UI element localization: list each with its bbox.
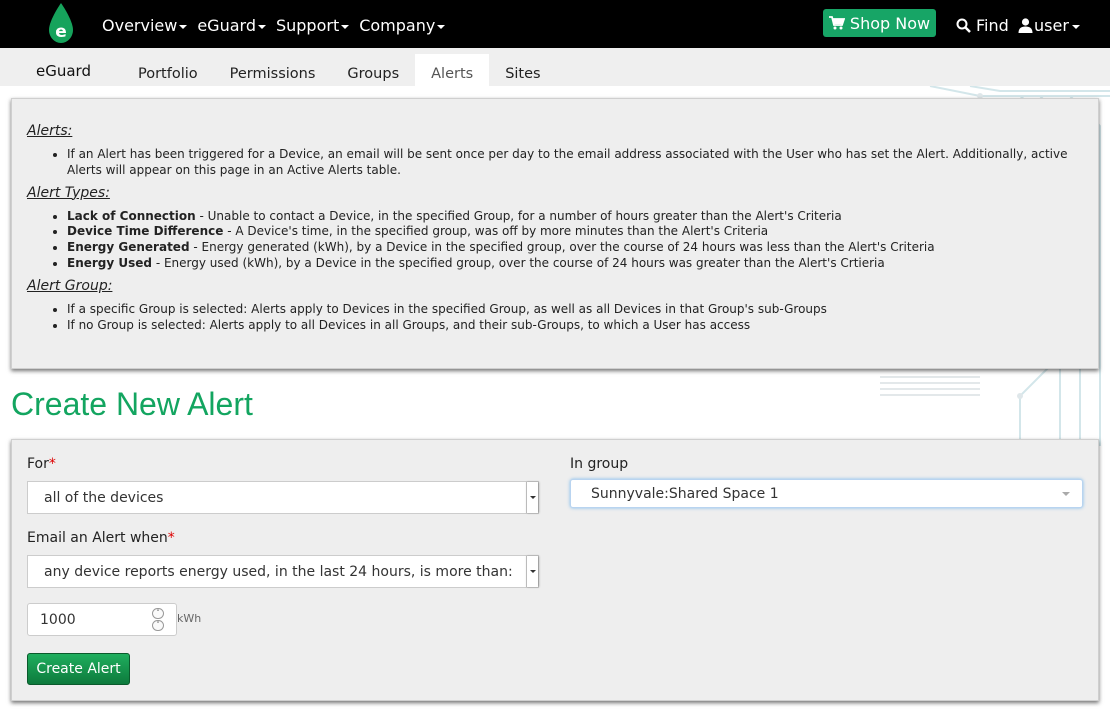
list-item: Device Time Difference - A Device's time…: [67, 224, 1083, 240]
menu-support[interactable]: Support: [276, 16, 350, 35]
unit-label: kWh: [177, 612, 202, 625]
caret-down-icon: [437, 25, 446, 29]
number-stepper[interactable]: ˄ ˅: [152, 608, 164, 631]
menu-overview[interactable]: Overview: [102, 16, 188, 35]
find-link[interactable]: Find: [956, 16, 1009, 35]
alert-group-list: If a specific Group is selected: Alerts …: [27, 302, 1083, 334]
for-label: For*: [27, 456, 56, 472]
tab-permissions[interactable]: Permissions: [214, 54, 332, 86]
dropdown-arrow-icon: [526, 556, 538, 587]
list-item: If an Alert has been triggered for a Dev…: [67, 147, 1083, 179]
alerts-heading: Alerts:: [27, 123, 73, 139]
caret-down-icon: [257, 25, 266, 29]
group-select[interactable]: Sunnyvale:Shared Space 1: [570, 479, 1083, 508]
alerts-list: If an Alert has been triggered for a Dev…: [27, 147, 1083, 179]
sub-navigation: eGuard Portfolio Permissions Groups Aler…: [0, 48, 1110, 86]
tab-bar: Portfolio Permissions Groups Alerts Site…: [122, 54, 557, 86]
menu-company[interactable]: Company: [359, 16, 446, 35]
main-menu: Overview eGuard Support Company: [102, 16, 455, 35]
user-menu[interactable]: user: [1018, 16, 1080, 35]
list-item: Energy Generated - Energy generated (kWh…: [67, 240, 1083, 256]
tab-portfolio[interactable]: Portfolio: [122, 54, 214, 86]
section-title: eGuard: [36, 62, 91, 80]
alert-types-list: Lack of Connection - Unable to contact a…: [27, 209, 1083, 272]
search-icon: [956, 18, 971, 33]
list-item: Lack of Connection - Unable to contact a…: [67, 209, 1083, 225]
create-alert-form: For* all of the devices In group Sunnyva…: [11, 439, 1099, 701]
caret-down-icon: [1071, 25, 1080, 29]
tab-alerts[interactable]: Alerts: [415, 54, 490, 86]
alert-group-heading: Alert Group:: [27, 277, 113, 294]
caret-down-icon: [341, 25, 350, 29]
list-item: If no Group is selected: Alerts apply to…: [67, 318, 1083, 334]
threshold-number-input[interactable]: 1000 ˄ ˅: [27, 603, 177, 636]
shopping-cart-icon: [828, 16, 845, 30]
svg-text:e: e: [55, 22, 67, 42]
menu-eguard[interactable]: eGuard: [197, 16, 266, 35]
alerts-info-panel: Alerts: If an Alert has been triggered f…: [11, 98, 1099, 369]
email-alert-when-label: Email an Alert when*: [27, 530, 175, 546]
page-title: Create New Alert: [11, 386, 253, 422]
alert-types-heading: Alert Types:: [27, 184, 110, 201]
caret-down-icon: [179, 25, 188, 29]
required-mark: *: [48, 456, 56, 472]
alert-condition-select[interactable]: any device reports energy used, in the l…: [27, 555, 539, 588]
list-item: If a specific Group is selected: Alerts …: [67, 302, 1083, 318]
brand-logo-icon[interactable]: e: [47, 2, 75, 44]
tab-groups[interactable]: Groups: [331, 54, 415, 86]
tab-sites[interactable]: Sites: [489, 54, 556, 86]
dropdown-arrow-icon: [526, 482, 538, 513]
chevron-up-icon[interactable]: ˄: [152, 608, 164, 619]
in-group-label: In group: [570, 456, 629, 472]
create-alert-button[interactable]: Create Alert: [27, 653, 130, 685]
user-icon: [1018, 18, 1033, 33]
chevron-down-icon[interactable]: ˅: [152, 620, 164, 631]
shop-now-button[interactable]: Shop Now: [823, 9, 936, 37]
chevron-down-icon: [1062, 492, 1070, 496]
list-item: Energy Used - Energy used (kWh), by a De…: [67, 256, 1083, 272]
required-mark: *: [167, 530, 175, 546]
for-select[interactable]: all of the devices: [27, 481, 539, 514]
top-navbar: e Overview eGuard Support Company Shop N…: [0, 0, 1110, 48]
